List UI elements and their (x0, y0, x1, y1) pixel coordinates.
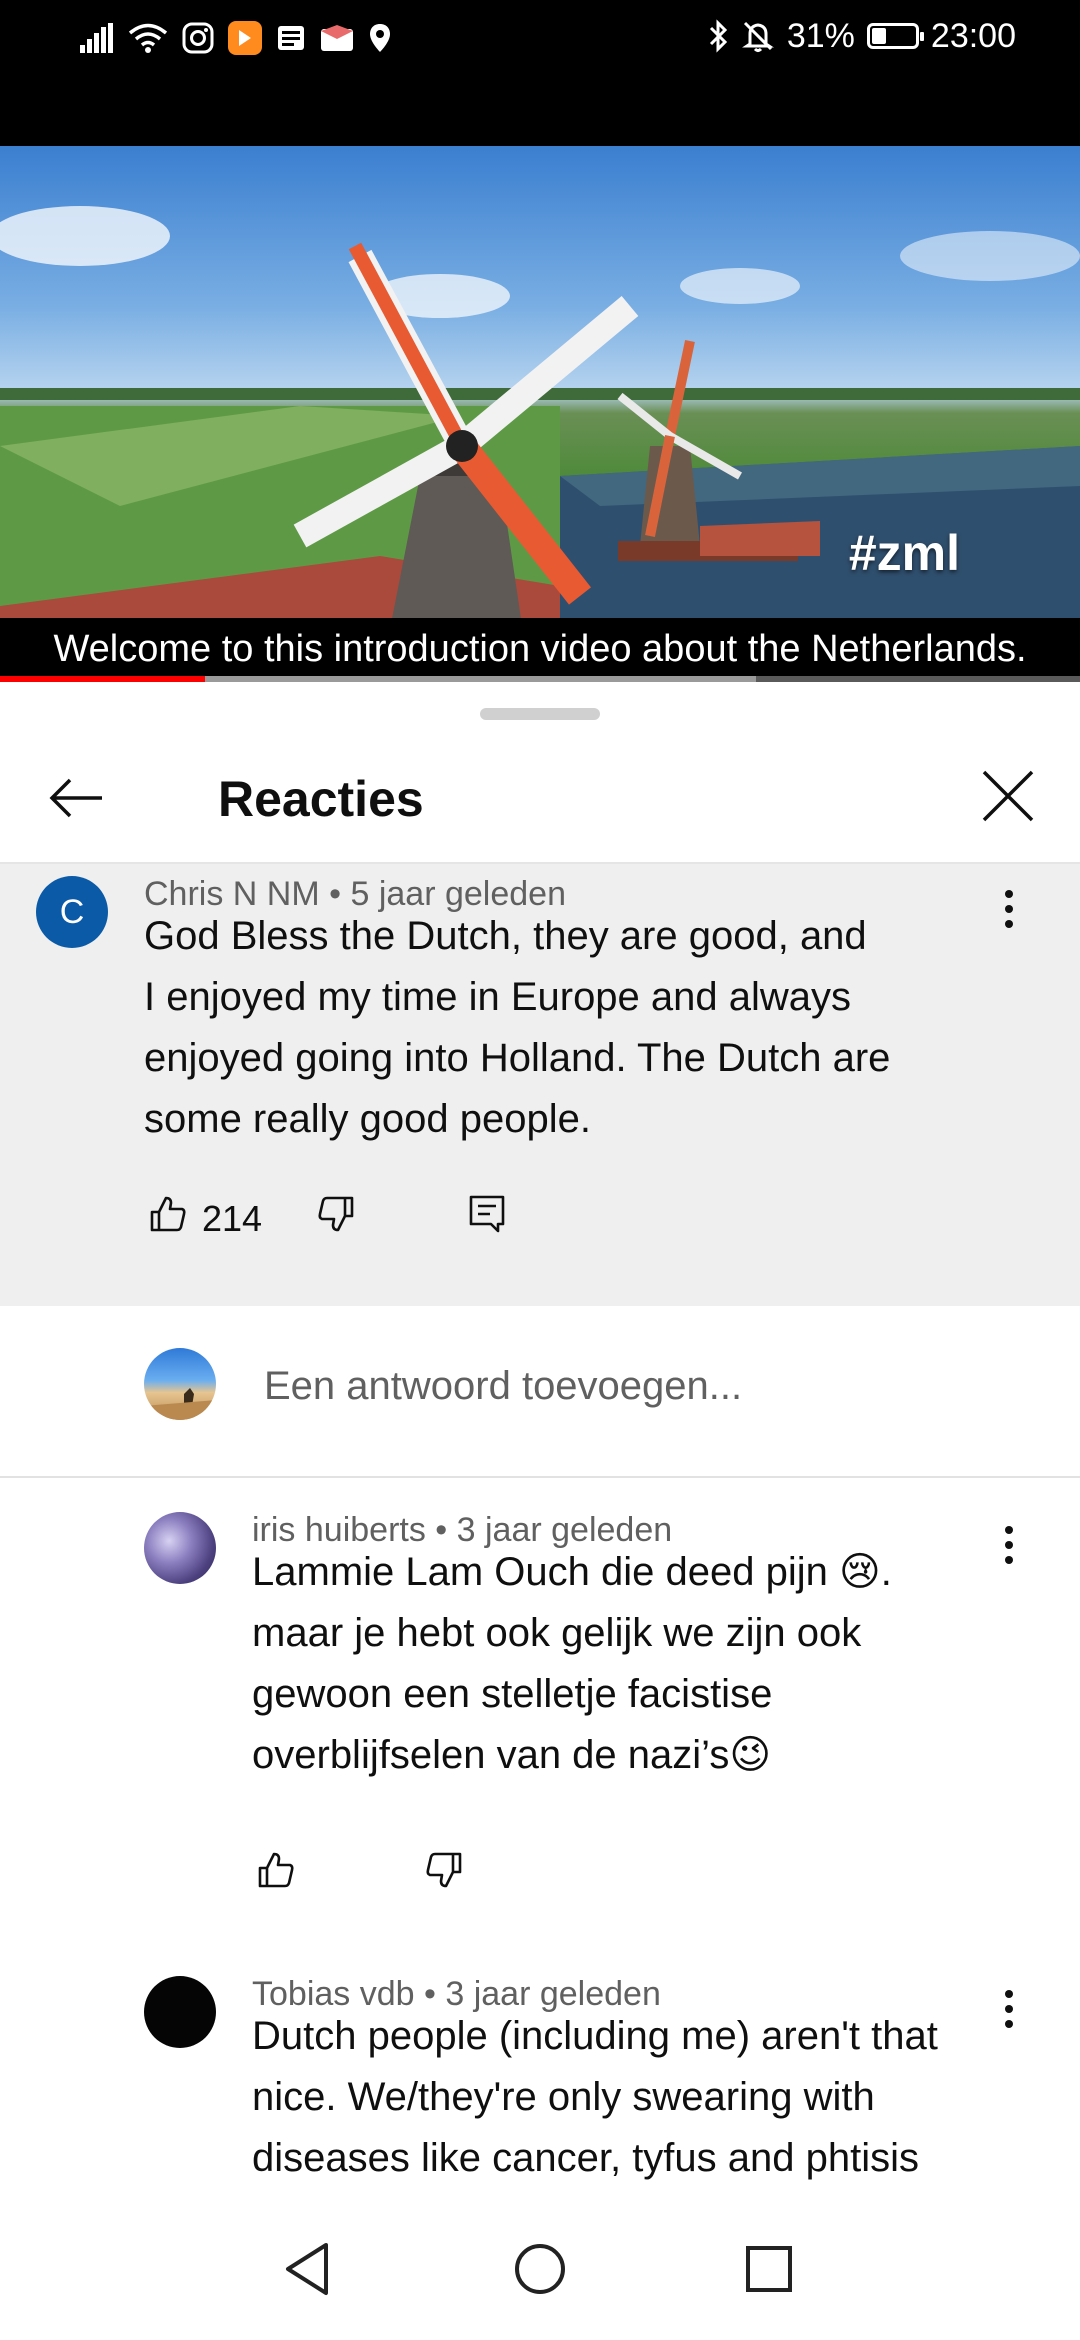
battery-percent: 31% (786, 16, 855, 55)
battery-level (871, 28, 886, 44)
back-button[interactable] (36, 760, 116, 840)
system-navigation-bar (0, 2202, 1080, 2340)
sheet-title: Reacties (218, 771, 424, 827)
location-icon (368, 22, 392, 54)
status-icons-left (80, 18, 392, 58)
comment-reply-icon (468, 1194, 506, 1243)
status-bar: 31% 23:00 (0, 0, 1080, 146)
avatar[interactable] (144, 1512, 216, 1584)
sheet-header: Reacties (0, 734, 1080, 864)
comment-text: God Bless the Dutch, they are good, and … (144, 914, 891, 1141)
video-frame (0, 206, 1080, 680)
like-button[interactable] (256, 1850, 296, 1899)
like-button[interactable]: 214 (148, 1194, 262, 1243)
thumbs-down-icon (424, 1850, 464, 1899)
battery-icon (866, 23, 924, 49)
instagram-icon (182, 22, 214, 54)
close-icon (980, 768, 1036, 829)
dislike-button[interactable] (316, 1194, 356, 1243)
comment-text: Dutch people (including me) aren't that … (252, 2014, 938, 2180)
nav-back-button[interactable] (272, 2236, 342, 2306)
parent-comment: C Chris N NM • 5 jaar geleden God Bless … (0, 864, 1080, 1306)
reply-button[interactable] (468, 1194, 506, 1243)
arrow-left-icon (48, 776, 104, 825)
clock: 23:00 (930, 16, 1016, 55)
avatar (144, 1348, 216, 1420)
bluetooth-icon (707, 19, 729, 53)
thumbs-down-icon (316, 1194, 356, 1243)
nav-home-button[interactable] (505, 2236, 575, 2306)
comments-sheet: Reacties C Chris N NM • 5 jaar geleden G… (0, 682, 1080, 2202)
nav-recents-button[interactable] (734, 2236, 804, 2306)
thumbs-up-icon (148, 1194, 188, 1243)
recents-square-icon (744, 2244, 794, 2299)
back-triangle-icon (282, 2241, 332, 2302)
wifi-icon (128, 22, 168, 54)
home-circle-icon (513, 2242, 567, 2301)
signal-icon (80, 23, 114, 53)
sheet-drag-handle[interactable] (480, 708, 600, 720)
mail-app-icon (320, 23, 354, 53)
video-subtitle: Welcome to this introduction video about… (0, 618, 1080, 680)
status-icons-right: 31% 23:00 (707, 14, 1016, 58)
dislike-button[interactable] (424, 1850, 464, 1899)
like-count: 214 (202, 1197, 263, 1239)
news-icon (276, 23, 306, 53)
close-button[interactable] (966, 756, 1050, 840)
reply-input[interactable]: Een antwoord toevoegen... (264, 1364, 742, 1409)
reply-input-row[interactable]: Een antwoord toevoegen... (0, 1306, 1080, 1478)
video-player[interactable]: #zml Welcome to this introduction video … (0, 146, 1080, 680)
avatar[interactable] (144, 1976, 216, 2048)
mute-icon (741, 19, 775, 53)
video-hashtag: #zml (848, 525, 960, 581)
thumbs-up-icon (256, 1850, 296, 1899)
comment-text: Lammie Lam Ouch die deed pijn 😢. maar je… (252, 1550, 892, 1777)
orange-app-icon (228, 21, 262, 55)
avatar[interactable]: C (36, 876, 108, 948)
